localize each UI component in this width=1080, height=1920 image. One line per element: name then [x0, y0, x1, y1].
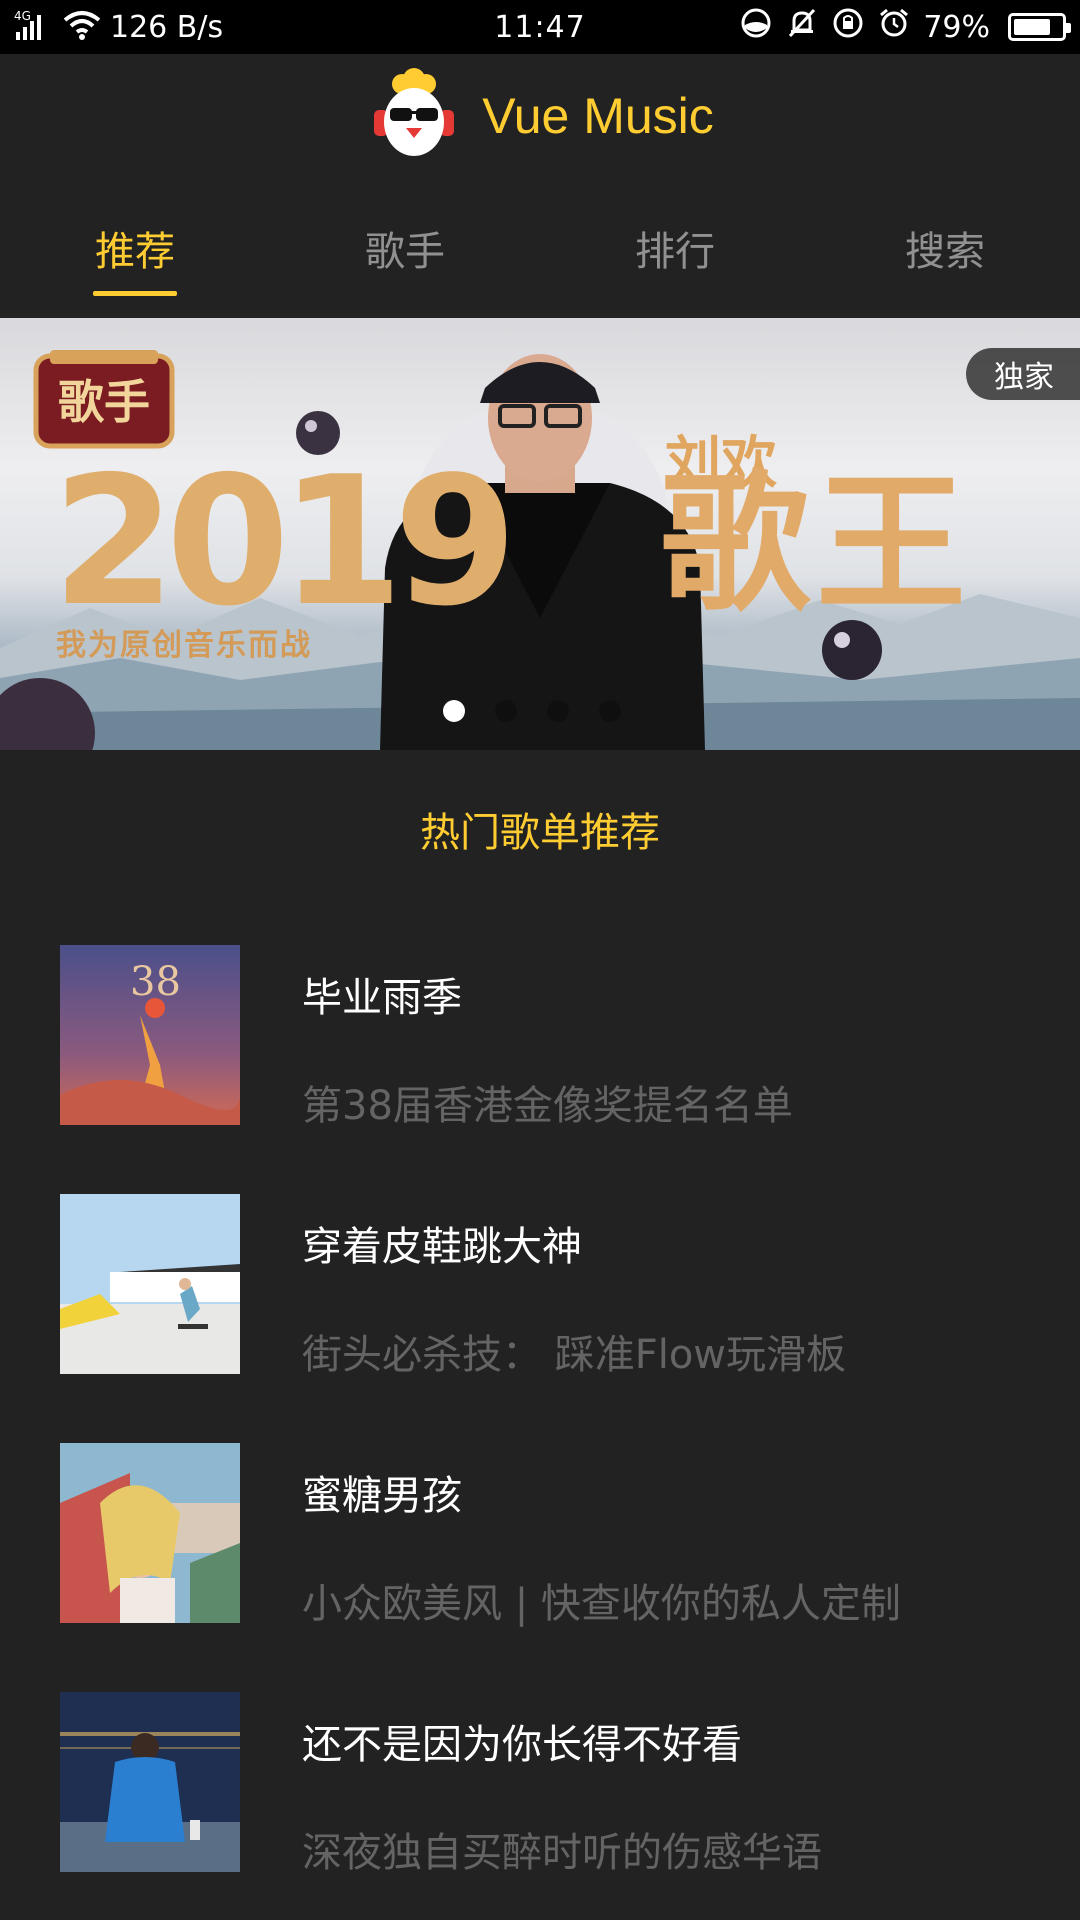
tab-singer[interactable]: 歌手 [270, 178, 540, 318]
tab-bar: 推荐 歌手 排行 搜索 [0, 178, 1080, 318]
list-item[interactable]: 穿着皮鞋跳大神 街头必杀技： 踩准Flow玩滑板 [60, 1194, 1040, 1443]
playlist-info: 蜜糖男孩 小众欧美风 | 快查收你的私人定制 [302, 1443, 901, 1629]
tab-label: 歌手 [365, 229, 445, 275]
active-tab-indicator [93, 291, 177, 296]
battery-icon [1008, 13, 1071, 41]
battery-percent: 79% [923, 9, 990, 45]
banner-slider[interactable]: 歌手 2019 我为原创音乐而战 刘欢 歌王 独家 [0, 318, 1080, 750]
playlist-list: 38 毕业雨季 第38届香港金像奖提名名单 穿着皮鞋跳大神 街头必杀技： 踩准F… [60, 945, 1040, 1920]
show-logo-text: 歌手 [58, 375, 150, 429]
banner-slogan: 我为原创音乐而战 [56, 628, 312, 663]
app-header: Vue Music [0, 54, 1080, 178]
tab-recommend[interactable]: 推荐 [0, 178, 270, 318]
slider-dot[interactable] [599, 700, 621, 722]
playlist-name: 毕业雨季 [302, 975, 462, 1021]
singer-show-logo: 歌手 [33, 350, 175, 449]
tab-search[interactable]: 搜索 [810, 178, 1080, 318]
data-saver-icon [739, 6, 773, 48]
alarm-icon [877, 6, 911, 48]
banner-year: 2019 [52, 438, 517, 645]
playlist-desc: 深夜独自买醉时听的伤感华语 [302, 1830, 822, 1876]
tab-rank[interactable]: 排行 [540, 178, 810, 318]
tab-label: 推荐 [95, 229, 175, 275]
playlist-desc: 街头必杀技： 踩准Flow玩滑板 [302, 1332, 847, 1378]
section-title: 热门歌单推荐 [420, 810, 660, 856]
slider-dot[interactable] [547, 700, 569, 722]
tab-label: 排行 [635, 229, 715, 275]
playlist-name: 穿着皮鞋跳大神 [302, 1224, 582, 1270]
playlist-cover [60, 1443, 240, 1623]
rooster-with-sunglasses-icon [366, 66, 462, 166]
slider-dot[interactable] [443, 700, 465, 722]
rotation-lock-icon [831, 6, 865, 48]
playlist-info: 还不是因为你长得不好看 深夜独自买醉时听的伤感华语 [302, 1692, 822, 1878]
playlist-cover [60, 1194, 240, 1374]
playlist-info: 毕业雨季 第38届香港金像奖提名名单 [302, 945, 793, 1131]
playlist-name: 还不是因为你长得不好看 [302, 1722, 742, 1768]
banner-headline: 歌王 [660, 458, 973, 632]
playlist-info: 穿着皮鞋跳大神 街头必杀技： 踩准Flow玩滑板 [302, 1194, 846, 1380]
playlist-cover [60, 1692, 240, 1872]
list-item[interactable]: 还不是因为你长得不好看 深夜独自买醉时听的伤感华语 [60, 1692, 1040, 1920]
playlist-name: 蜜糖男孩 [302, 1473, 462, 1519]
tab-label: 搜索 [905, 229, 985, 275]
list-item[interactable]: 蜜糖男孩 小众欧美风 | 快查收你的私人定制 [60, 1443, 1040, 1692]
slider-dots [0, 700, 1072, 722]
list-item[interactable]: 38 毕业雨季 第38届香港金像奖提名名单 [60, 945, 1040, 1194]
playlist-desc: 第38届香港金像奖提名名单 [302, 1083, 793, 1129]
status-right: 79% [739, 0, 1071, 54]
mute-bell-icon [785, 6, 819, 48]
playlist-desc: 小众欧美风 | 快查收你的私人定制 [302, 1581, 901, 1627]
slider-dot[interactable] [495, 700, 517, 722]
playlist-cover: 38 [60, 945, 240, 1125]
exclusive-badge: 独家 [966, 348, 1080, 400]
app-title: Vue Music [482, 88, 714, 144]
status-bar: 4G 126 B/s 11:47 79% [0, 0, 1080, 54]
